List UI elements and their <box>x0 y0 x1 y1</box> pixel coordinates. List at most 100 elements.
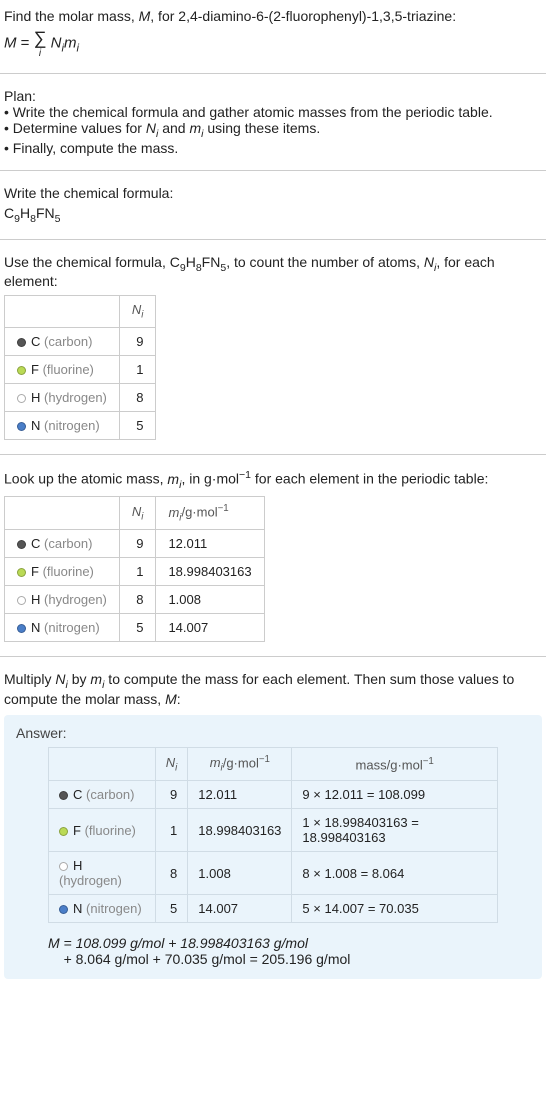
exp: −1 <box>239 469 251 481</box>
sym: N <box>31 620 40 635</box>
elem-cell: F (fluorine) <box>5 355 120 383</box>
exp: −1 <box>423 756 434 767</box>
n-cell: 8 <box>119 586 156 614</box>
n-cell: 8 <box>119 383 156 411</box>
var-mi: mi <box>90 671 104 687</box>
plan-item-2: • Determine values for Ni and mi using t… <box>4 120 542 140</box>
col-blank <box>49 748 156 781</box>
n-cell: 1 <box>155 809 188 852</box>
m: m <box>90 671 102 687</box>
mass-block: Look up the atomic mass, mi, in g·mol−1 … <box>0 461 546 650</box>
dot-icon <box>59 827 68 836</box>
text: Find the molar mass, <box>4 8 139 24</box>
text: • Determine values for <box>4 120 146 136</box>
i: i <box>141 512 143 523</box>
text: using these items. <box>203 120 320 136</box>
elem-cell: N (nitrogen) <box>5 411 120 439</box>
divider <box>0 656 546 657</box>
m-cell: 14.007 <box>188 895 292 923</box>
answer-inner: Ni mi/g·mol−1 mass/g·mol−1 C (carbon)912… <box>8 747 538 967</box>
multiply-block: Multiply Ni by mi to compute the mass fo… <box>0 663 546 987</box>
table-row: N (nitrogen)5 <box>5 411 156 439</box>
elem-cell: F (fluorine) <box>49 809 156 852</box>
exp: −1 <box>218 503 229 514</box>
table-row: H (hydrogen)81.008 <box>5 586 265 614</box>
name: (carbon) <box>86 787 134 802</box>
N: N <box>132 504 141 519</box>
divider <box>0 239 546 240</box>
m-cell: 18.998403163 <box>156 558 264 586</box>
table-row: N (nitrogen)514.0075 × 14.007 = 70.035 <box>49 895 498 923</box>
N: N <box>45 205 55 221</box>
sym: H <box>73 858 82 873</box>
n-cell: 9 <box>119 530 156 558</box>
divider <box>0 170 546 171</box>
text: , in g·mol <box>181 471 239 487</box>
col-mi: mi/g·mol−1 <box>156 497 264 530</box>
col-mi: mi/g·mol−1 <box>188 748 292 781</box>
i: i <box>175 762 177 773</box>
mass-cell: 5 × 14.007 = 70.035 <box>292 895 498 923</box>
m-cell: 14.007 <box>156 614 264 642</box>
N: N <box>132 302 141 317</box>
elem-cell: N (nitrogen) <box>5 614 120 642</box>
var-Ni: Ni <box>146 120 158 136</box>
dot-icon <box>59 862 68 871</box>
name: (hydrogen) <box>44 592 107 607</box>
m: m <box>189 120 201 136</box>
name: (hydrogen) <box>59 873 122 888</box>
elem-cell: C (carbon) <box>5 530 120 558</box>
mass-table: Ni mi/g·mol−1 C (carbon)912.011 F (fluor… <box>4 496 265 642</box>
N: N <box>424 254 434 270</box>
sigma-glyph: ∑ <box>34 28 47 48</box>
text: + 8.064 g/mol + 70.035 g/mol = 205.196 g… <box>64 951 351 967</box>
sigma-icon: ∑i <box>34 28 47 59</box>
name: (nitrogen) <box>86 901 142 916</box>
count-intro: Use the chemical formula, C9H8FN5, to co… <box>4 254 542 290</box>
dot-icon <box>17 568 26 577</box>
name: (nitrogen) <box>44 418 100 433</box>
sym: N <box>73 901 82 916</box>
m: m <box>167 471 179 487</box>
sym: F <box>73 823 81 838</box>
F: F <box>202 254 211 270</box>
mass-intro: Look up the atomic mass, mi, in g·mol−1 … <box>4 469 542 490</box>
formula-block: Write the chemical formula: C9H8FN5 <box>0 177 546 233</box>
N: N <box>55 671 65 687</box>
elem-cell: H (hydrogen) <box>5 586 120 614</box>
name: (hydrogen) <box>44 390 107 405</box>
table-row: H (hydrogen)81.0088 × 1.008 = 8.064 <box>49 852 498 895</box>
elem-cell: H (hydrogen) <box>5 383 120 411</box>
name: (carbon) <box>44 536 92 551</box>
dot-icon <box>17 422 26 431</box>
N: N <box>146 120 156 136</box>
dot-icon <box>59 791 68 800</box>
elem-cell: F (fluorine) <box>5 558 120 586</box>
col-mass: mass/g·mol−1 <box>292 748 498 781</box>
table-row: H (hydrogen)8 <box>5 383 156 411</box>
table-row: C (carbon)912.011 <box>5 530 265 558</box>
elem-cell: C (carbon) <box>5 327 120 355</box>
text: Multiply <box>4 671 55 687</box>
sym: H <box>31 390 40 405</box>
plan-block: Plan: • Write the chemical formula and g… <box>0 80 546 164</box>
m-cell: 18.998403163 <box>188 809 292 852</box>
mass-label: mass/g·mol <box>356 757 423 772</box>
count-block: Use the chemical formula, C9H8FN5, to co… <box>0 246 546 448</box>
table-header-row: Ni mi/g·mol−1 mass/g·mol−1 <box>49 748 498 781</box>
n-cell: 5 <box>119 411 156 439</box>
text: : <box>177 691 181 707</box>
intro-line1: Find the molar mass, M, for 2,4-diamino-… <box>4 8 542 24</box>
name: (fluorine) <box>85 823 136 838</box>
sym: N <box>31 418 40 433</box>
m-cell: 1.008 <box>188 852 292 895</box>
dot-icon <box>17 366 26 375</box>
exp: −1 <box>259 754 270 765</box>
var-M: M <box>139 8 151 24</box>
col-Ni: Ni <box>119 296 156 328</box>
table-row: F (fluorine)1 <box>5 355 156 383</box>
dot-icon <box>17 338 26 347</box>
var-M: M <box>165 691 177 707</box>
mass-cell: 8 × 1.008 = 8.064 <box>292 852 498 895</box>
n-cell: 9 <box>155 781 188 809</box>
